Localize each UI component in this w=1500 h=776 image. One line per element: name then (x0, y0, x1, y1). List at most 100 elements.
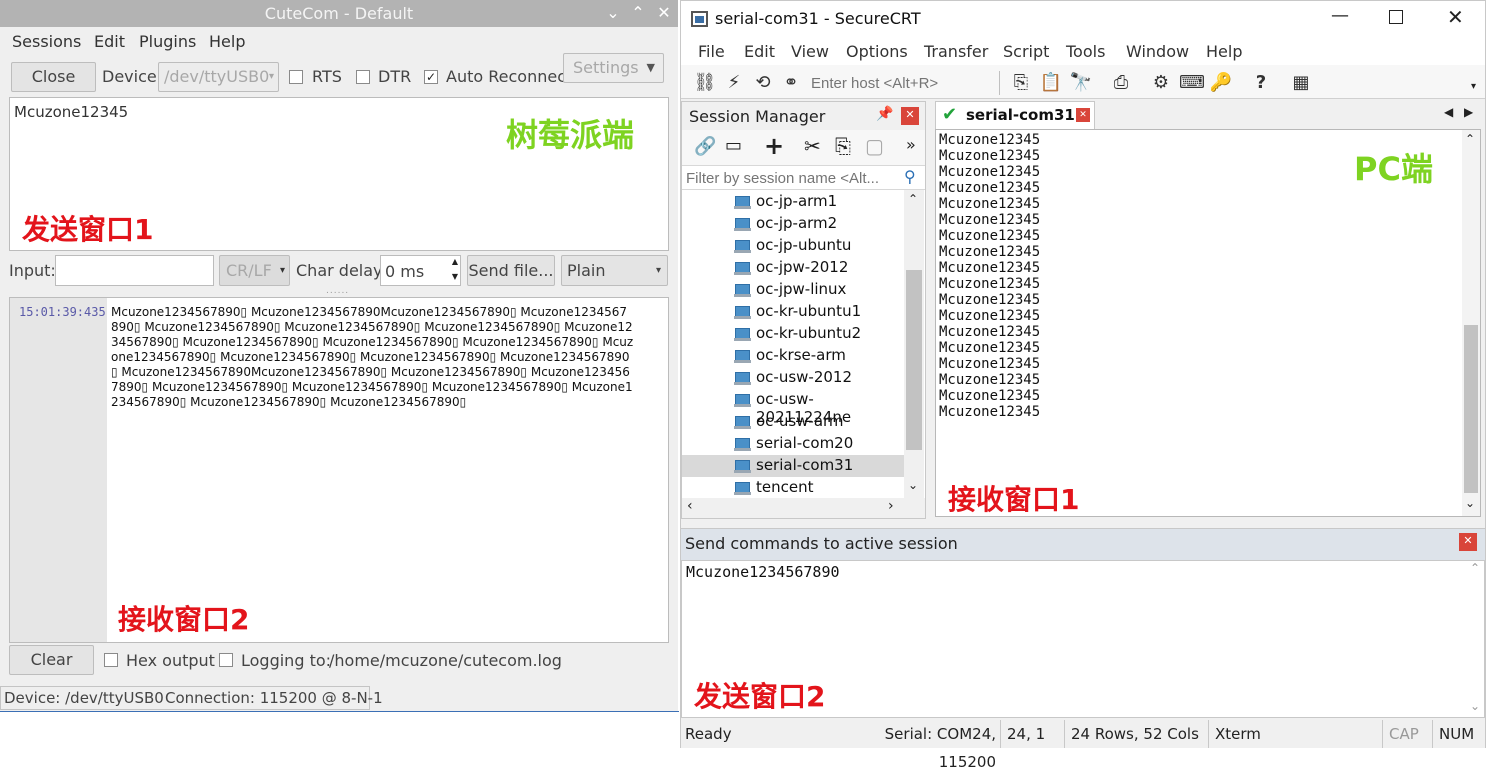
search-icon[interactable]: ⚲ (904, 167, 916, 186)
clear-button[interactable]: Clear (9, 645, 94, 675)
menu-script[interactable]: Script (1003, 42, 1049, 61)
key-icon[interactable]: 🔑 (1209, 71, 1233, 95)
session-item[interactable]: serial-com31 (682, 455, 904, 477)
pin-icon[interactable]: 📌 (876, 106, 893, 122)
char-delay-spinbox[interactable]: 0 ms ▲ ▼ (380, 255, 461, 286)
scroll-down-icon[interactable]: ⌄ (908, 478, 918, 492)
tab-serial-com31[interactable]: ✔ serial-com31 ✕ (935, 101, 1095, 129)
paste-icon[interactable]: ▢ (865, 134, 884, 158)
keymap-icon[interactable]: ⌨ (1179, 71, 1205, 95)
close-window-icon[interactable]: ✕ (1447, 5, 1464, 29)
session-item[interactable]: serial-com20 (682, 433, 904, 455)
session-item[interactable]: oc-jp-arm2 (682, 213, 904, 235)
close-tab-icon[interactable]: ✕ (1076, 108, 1090, 122)
scroll-up-icon[interactable]: ⌃ (908, 192, 918, 206)
close-icon[interactable]: ✕ (901, 107, 919, 125)
session-item[interactable]: oc-jp-ubuntu (682, 235, 904, 257)
print-icon[interactable]: ⎙ (1109, 71, 1133, 95)
menu-file[interactable]: File (698, 42, 725, 61)
receive-timestamp: 15:01:39:435 (19, 305, 106, 319)
receive-window[interactable]: 15:01:39:435 Mcuzone1234567890▯ Mcuzone1… (9, 297, 669, 643)
menu-help[interactable]: Help (209, 32, 245, 51)
menu-view[interactable]: View (791, 42, 829, 61)
scroll-down-icon[interactable]: ⌄ (1465, 496, 1475, 510)
help-icon[interactable]: ? (1249, 71, 1273, 95)
tab-right-icon[interactable]: ▶ (1464, 105, 1473, 119)
minimize-icon[interactable]: ⌄ (602, 2, 624, 24)
cut-icon[interactable]: ✂ (804, 134, 821, 158)
session-item[interactable]: tencent (682, 477, 904, 498)
splitter-handle[interactable]: ...... (326, 286, 349, 296)
close-icon[interactable]: ✕ (1459, 533, 1477, 551)
computer-icon (734, 196, 751, 209)
window-icon[interactable]: ▭ (725, 135, 742, 156)
spin-down-icon[interactable]: ▼ (452, 272, 458, 281)
sftp-icon[interactable]: ▦ (1289, 71, 1313, 95)
host-input[interactable] (809, 71, 999, 95)
device-select[interactable]: /dev/ttyUSB0 ▾ (158, 62, 279, 92)
session-item[interactable]: oc-usw-arm (682, 411, 904, 433)
rts-checkbox[interactable] (289, 70, 303, 84)
gear-icon[interactable]: ⚙ (1149, 71, 1173, 95)
scrollbar-thumb[interactable] (906, 270, 922, 450)
session-item[interactable]: oc-krse-arm (682, 345, 904, 367)
filter-input[interactable] (684, 167, 899, 189)
send-window[interactable]: Mcuzone12345 树莓派端 发送窗口1 (9, 97, 669, 251)
dtr-checkbox[interactable] (356, 70, 370, 84)
copy-icon[interactable]: ⎘ (835, 134, 851, 158)
minimize-icon[interactable]: — (1331, 5, 1349, 26)
maximize-icon[interactable] (1389, 10, 1403, 24)
menu-plugins[interactable]: Plugins (139, 32, 196, 51)
close-window-icon[interactable]: ✕ (653, 2, 675, 24)
auto-reconnect-checkbox[interactable]: ✓ (424, 70, 438, 84)
reconnect-icon[interactable]: ⟲ (751, 71, 775, 95)
logging-checkbox[interactable] (219, 653, 233, 667)
tree-vscrollbar[interactable]: ⌃ ⌄ (904, 190, 924, 498)
add-icon[interactable]: + (764, 132, 784, 160)
scroll-up-icon[interactable]: ⌃ (1465, 132, 1475, 146)
hex-output-checkbox[interactable] (104, 653, 118, 667)
scroll-up-icon[interactable]: ⌃ (1470, 561, 1480, 575)
paste-icon[interactable]: 📋 (1039, 71, 1063, 95)
terminal-vscrollbar[interactable]: ⌃ ⌄ (1462, 130, 1480, 516)
menu-options[interactable]: Options (846, 42, 908, 61)
menu-sessions[interactable]: Sessions (12, 32, 81, 51)
terminal-screen[interactable]: Mcuzone12345 Mcuzone12345 Mcuzone12345 Mcuz… (935, 129, 1481, 517)
tab-left-icon[interactable]: ◀ (1444, 105, 1453, 119)
close-port-button[interactable]: Close (11, 62, 96, 92)
scroll-down-icon[interactable]: ⌄ (1470, 699, 1480, 713)
menu-transfer[interactable]: Transfer (924, 42, 988, 61)
tree-hscrollbar[interactable]: ‹ › (682, 498, 925, 518)
format-select[interactable]: Plain ▾ (561, 255, 668, 286)
session-item[interactable]: oc-kr-ubuntu1 (682, 301, 904, 323)
settings-button[interactable]: Settings ▼ (563, 53, 664, 83)
connect-icon[interactable]: ⛓ (693, 71, 717, 95)
menu-edit[interactable]: Edit (94, 32, 125, 51)
disconnect-icon[interactable]: ⚭ (779, 71, 803, 95)
menu-edit[interactable]: Edit (744, 42, 775, 61)
session-item[interactable]: oc-usw-2012 (682, 367, 904, 389)
input-field[interactable] (55, 255, 214, 286)
overflow-icon[interactable]: » (906, 135, 916, 154)
session-item[interactable]: oc-kr-ubuntu2 (682, 323, 904, 345)
find-icon[interactable]: 🔭 (1069, 71, 1093, 95)
session-item[interactable]: oc-jpw-linux (682, 279, 904, 301)
chevron-down-icon[interactable]: ▾ (1471, 81, 1476, 92)
session-item[interactable]: oc-jpw-2012 (682, 257, 904, 279)
spin-up-icon[interactable]: ▲ (452, 257, 458, 266)
scroll-left-icon[interactable]: ‹ (687, 498, 693, 514)
quick-connect-icon[interactable]: ⚡ (722, 71, 746, 95)
session-item[interactable]: oc-jp-arm1 (682, 191, 904, 213)
menu-help[interactable]: Help (1206, 42, 1242, 61)
menu-tools[interactable]: Tools (1066, 42, 1105, 61)
maximize-icon[interactable]: ⌃ (627, 2, 649, 24)
line-end-select[interactable]: CR/LF ▾ (219, 255, 290, 286)
copy-icon[interactable]: ⎘ (1009, 71, 1033, 95)
menu-window[interactable]: Window (1126, 42, 1189, 61)
send-file-button[interactable]: Send file... (467, 255, 555, 286)
link-icon[interactable]: 🔗 (694, 136, 716, 157)
send-command-area[interactable]: Mcuzone1234567890 发送窗口2 ⌃ ⌄ (681, 560, 1485, 718)
scrollbar-thumb[interactable] (1464, 325, 1478, 493)
scroll-right-icon[interactable]: › (888, 498, 894, 514)
session-item[interactable]: oc-usw-20211224ne (682, 389, 904, 426)
